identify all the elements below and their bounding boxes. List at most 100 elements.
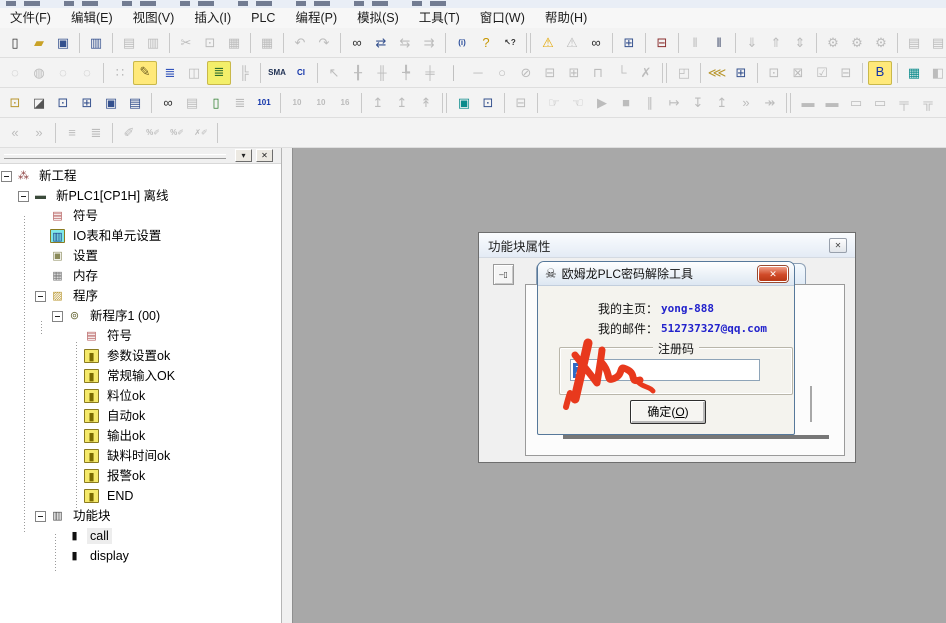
tree-item-function-blocks[interactable]: ▥功能块 (0, 506, 281, 526)
panel-dropdown-button[interactable]: ▾ (235, 149, 252, 162)
tree-item-section-level[interactable]: ▮料位ok (0, 386, 281, 406)
zoom-out-icon[interactable]: ◌ (76, 62, 98, 84)
step-in-icon[interactable]: ↧ (687, 92, 709, 114)
force-off-icon[interactable]: ↥ (391, 92, 413, 114)
menu-edit[interactable]: 编辑(E) (61, 8, 123, 28)
tree-item-io-table[interactable]: ▥IO表和单元设置 (0, 226, 281, 246)
select-mode-icon[interactable]: ↖ (323, 62, 345, 84)
find-next-icon[interactable]: ⇉ (418, 32, 440, 54)
tree-item-section-auto[interactable]: ▮自动ok (0, 406, 281, 426)
hex-16-icon[interactable]: 16 (334, 92, 356, 114)
step-out-icon[interactable]: ↥ (711, 92, 733, 114)
block-comment-icon[interactable]: ⊠ (787, 62, 809, 84)
cut-icon[interactable]: ✂ (175, 32, 197, 54)
new-file-icon[interactable]: ▯ (4, 32, 26, 54)
copy-icon[interactable]: ⊡ (199, 32, 221, 54)
contact-nc-icon[interactable]: ╫ (371, 62, 393, 84)
plc-rack-1-icon[interactable]: ▤ (903, 32, 925, 54)
instruction-box-2-icon[interactable]: ⊞ (563, 62, 585, 84)
tree-expander-icon[interactable] (35, 511, 46, 522)
ci-view-icon[interactable]: CI (290, 62, 312, 84)
undo-icon[interactable]: ↶ (289, 32, 311, 54)
save-icon[interactable]: ▣ (52, 32, 74, 54)
menu-file[interactable]: 文件(F) (0, 8, 61, 28)
tree-item-plc[interactable]: ▬新PLC1[CP1H] 离线 (0, 186, 281, 206)
coil-closed-icon[interactable]: ⊘ (515, 62, 537, 84)
instruction-palette-icon[interactable]: ⋘ (706, 62, 728, 84)
tree-expander-icon[interactable] (52, 311, 63, 322)
list-gray-icon[interactable]: ≣ (229, 92, 251, 114)
menu-insert[interactable]: 插入(I) (184, 8, 241, 28)
sim-run-icon[interactable]: ▶ (591, 92, 613, 114)
context-help-icon[interactable]: ↖? (499, 32, 521, 54)
decimal-10-icon[interactable]: 10 (286, 92, 308, 114)
address-reference-icon[interactable]: B (868, 61, 892, 85)
sim-pause-icon[interactable]: ∥ (639, 92, 661, 114)
symbols-page-icon[interactable]: ⊟ (835, 62, 857, 84)
output-window-icon[interactable]: ◧ (927, 62, 946, 84)
pen-clear-icon[interactable]: ✗✐ (190, 122, 212, 144)
sim-stop-icon[interactable]: ■ (615, 92, 637, 114)
hand-online-icon[interactable]: ☞ (543, 92, 565, 114)
print-icon[interactable]: ▤ (118, 32, 140, 54)
menu-plc[interactable]: PLC (241, 8, 285, 28)
partial-upload-icon[interactable]: ⚙ (846, 32, 868, 54)
paste-special-icon[interactable]: ▦ (256, 32, 278, 54)
panel-close-button[interactable]: ✕ (256, 149, 273, 162)
compare-with-plc-icon[interactable]: ⇕ (789, 32, 811, 54)
delete-line-icon[interactable]: ✗ (635, 62, 657, 84)
step-run-icon[interactable]: ↦ (663, 92, 685, 114)
coil-icon[interactable]: ○ (491, 62, 513, 84)
cross-ref-3-icon[interactable]: ╪ (941, 92, 946, 114)
transfer-online-icon[interactable]: ⊞ (618, 32, 640, 54)
tree-item-settings[interactable]: ▣设置 (0, 246, 281, 266)
tree-item-memory[interactable]: ▦内存 (0, 266, 281, 286)
window-list-icon[interactable]: ⊟ (510, 92, 532, 114)
cross-ref-2-icon[interactable]: ╦ (917, 92, 939, 114)
tree-expander-icon[interactable] (18, 191, 29, 202)
comment-window-icon[interactable]: ⊡ (477, 92, 499, 114)
tree-view-icon[interactable]: ╠ (233, 62, 255, 84)
grid-icon[interactable]: ∷ (109, 62, 131, 84)
tree-item-new-program[interactable]: ⊚新程序1 (00) (0, 306, 281, 326)
device-monitor-icon[interactable]: ⊟ (651, 32, 673, 54)
tree-item-section-end[interactable]: ▮END (0, 486, 281, 506)
tree-item-fb-display[interactable]: ▮display (0, 546, 281, 566)
tree-item-section-output[interactable]: ▮输出ok (0, 426, 281, 446)
program-view-icon[interactable]: ◰ (673, 62, 695, 84)
tree-item-programs[interactable]: ▨程序 (0, 286, 281, 306)
compile-check-icon[interactable]: ▥ (85, 32, 107, 54)
replace-icon[interactable]: ⇄ (370, 32, 392, 54)
contact-or-no-icon[interactable]: ╄ (395, 62, 417, 84)
contact-no-icon[interactable]: ╂ (347, 62, 369, 84)
menu-help[interactable]: 帮助(H) (535, 8, 597, 28)
force-cancel-icon[interactable]: ↟ (415, 92, 437, 114)
partial-compare-icon[interactable]: ⚙ (870, 32, 892, 54)
download-to-plc-icon[interactable]: ⇓ (741, 32, 763, 54)
zoom-in-icon[interactable]: ◌ (52, 62, 74, 84)
hand-monitor-icon[interactable]: ☜ (567, 92, 589, 114)
print-preview-icon[interactable]: ▥ (142, 32, 164, 54)
tree-item-section-shortage[interactable]: ▮缺料时间ok (0, 446, 281, 466)
network-3-icon[interactable]: ▭ (845, 92, 867, 114)
panel-grip[interactable] (4, 154, 226, 159)
tree-item-section-alarm[interactable]: ▮报警ok (0, 466, 281, 486)
zoom-fit-icon[interactable]: ◌ (4, 62, 26, 84)
menu-view[interactable]: 视图(V) (123, 8, 185, 28)
tree-item-program-symbols[interactable]: ▤符号 (0, 326, 281, 346)
panel-splitter[interactable] (281, 148, 293, 623)
redo-icon[interactable]: ↷ (313, 32, 335, 54)
cross-ref-1-icon[interactable]: ╤ (893, 92, 915, 114)
window-find-icon[interactable]: ⊡ (52, 92, 74, 114)
pen-set-icon[interactable]: ✐ (118, 122, 140, 144)
partial-download-icon[interactable]: ⚙ (822, 32, 844, 54)
pin-button[interactable]: –▯ (493, 264, 514, 285)
cascade-windows-icon[interactable]: ⊡ (4, 92, 26, 114)
tool-dialog-titlebar[interactable]: ☠ 欧姆龙PLC密码解除工具 (538, 262, 794, 286)
fb-dialog-close-button[interactable]: ✕ (829, 238, 847, 253)
fb-call-icon[interactable]: ⊓ (587, 62, 609, 84)
menu-program[interactable]: 编程(P) (285, 8, 347, 28)
horizontal-line-icon[interactable]: ─ (467, 62, 489, 84)
line-corner-icon[interactable]: └ (611, 62, 633, 84)
pause-icon[interactable]: ‖ (708, 32, 730, 54)
